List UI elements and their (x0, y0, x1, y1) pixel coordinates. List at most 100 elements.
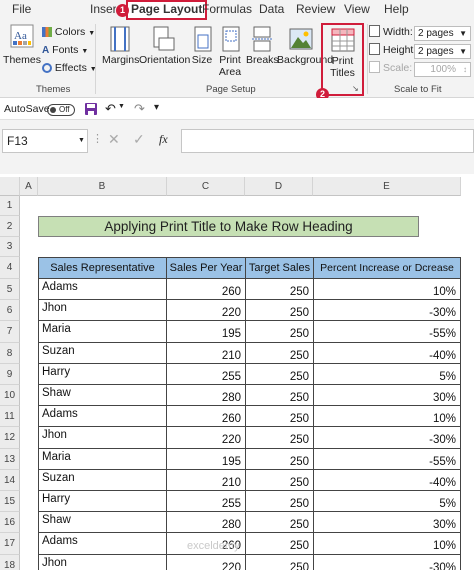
cell-sales-per-year[interactable]: 220 (166, 300, 246, 322)
save-icon[interactable] (84, 102, 98, 116)
cell-sales-per-year[interactable]: 220 (166, 554, 246, 570)
tab-help[interactable]: Help (384, 2, 409, 16)
cell-target-sales[interactable]: 250 (245, 300, 314, 322)
select-all-corner[interactable] (0, 177, 20, 196)
cell-percent-change[interactable]: -30% (313, 554, 461, 570)
tab-data[interactable]: Data (259, 2, 284, 16)
column-header-c[interactable]: C (167, 177, 245, 196)
header-target-sales[interactable]: Target Sales (245, 257, 314, 279)
cancel-icon[interactable]: ✕ (108, 131, 120, 148)
cell-sales-representative[interactable]: Jhon (38, 427, 167, 449)
cell-percent-change[interactable]: 10% (313, 406, 461, 428)
width-select[interactable]: 2 pages ▼ (414, 26, 471, 41)
enter-icon[interactable]: ✓ (133, 131, 145, 148)
cell-sales-per-year[interactable]: 280 (166, 512, 246, 534)
cell-sales-representative[interactable]: Shaw (38, 512, 167, 534)
cell-sales-per-year[interactable]: 260 (166, 406, 246, 428)
cell-sales-per-year[interactable]: 260 (166, 279, 246, 301)
cell-sales-per-year[interactable]: 255 (166, 363, 246, 385)
header-sales-representative[interactable]: Sales Representative (38, 257, 167, 279)
height-select[interactable]: 2 pages ▼ (414, 44, 471, 59)
tab-insert[interactable]: Insert (90, 2, 116, 16)
cell-target-sales[interactable]: 250 (245, 406, 314, 428)
cell-sales-representative[interactable]: Jhon (38, 300, 167, 322)
cell-target-sales[interactable]: 250 (245, 469, 314, 491)
row-header[interactable]: 2 (0, 216, 20, 237)
cell-percent-change[interactable]: 10% (313, 279, 461, 301)
cell-target-sales[interactable]: 250 (245, 448, 314, 470)
cell-percent-change[interactable]: 10% (313, 533, 461, 555)
cell-percent-change[interactable]: 30% (313, 512, 461, 534)
row-header[interactable]: 7 (0, 321, 20, 343)
cell-percent-change[interactable]: -30% (313, 427, 461, 449)
header-sales-per-year[interactable]: Sales Per Year (166, 257, 246, 279)
cell-sales-per-year[interactable]: 210 (166, 342, 246, 364)
row-header[interactable]: 8 (0, 342, 20, 364)
cell-percent-change[interactable]: 5% (313, 491, 461, 513)
row-header[interactable]: 16 (0, 512, 20, 534)
column-header-a[interactable]: A (20, 177, 38, 196)
cell-sales-representative[interactable]: Adams (38, 533, 167, 555)
cell-percent-change[interactable]: -40% (313, 342, 461, 364)
row-header[interactable]: 10 (0, 385, 20, 407)
row-header[interactable]: 17 (0, 533, 20, 555)
cell-sales-per-year[interactable]: 195 (166, 321, 246, 343)
cell-target-sales[interactable]: 250 (245, 385, 314, 407)
cell-sales-per-year[interactable]: 255 (166, 491, 246, 513)
row-header[interactable]: 5 (0, 279, 20, 301)
cell-target-sales[interactable]: 250 (245, 427, 314, 449)
insert-function-icon[interactable]: fx (159, 132, 168, 147)
cell-sales-per-year[interactable]: 210 (166, 469, 246, 491)
column-header-b[interactable]: B (38, 177, 167, 196)
sheet-title-cell[interactable]: Applying Print Title to Make Row Heading (38, 216, 419, 237)
row-header[interactable]: 4 (0, 257, 20, 279)
customize-toolbar-icon[interactable]: ▾ (154, 102, 159, 113)
cell-sales-representative[interactable]: Adams (38, 279, 167, 301)
autosave-toggle[interactable]: Off (47, 104, 75, 116)
column-header-e[interactable]: E (313, 177, 461, 196)
row-header[interactable]: 3 (0, 237, 20, 257)
effects-button[interactable]: Effects ▼ (42, 62, 97, 74)
cell-target-sales[interactable]: 250 (245, 342, 314, 364)
row-header[interactable]: 1 (0, 196, 20, 216)
row-header[interactable]: 12 (0, 427, 20, 449)
tab-view[interactable]: View (344, 2, 370, 16)
themes-button[interactable]: Aa Themes (2, 22, 42, 80)
row-header[interactable]: 13 (0, 448, 20, 470)
row-header[interactable]: 11 (0, 406, 20, 428)
cell-sales-representative[interactable]: Shaw (38, 385, 167, 407)
cell-sales-representative[interactable]: Suzan (38, 342, 167, 364)
row-header[interactable]: 6 (0, 300, 20, 322)
undo-dropdown-icon[interactable]: ▼ (118, 103, 125, 110)
colors-button[interactable]: Colors ▼ (42, 26, 95, 38)
row-header[interactable]: 18 (0, 554, 20, 570)
fonts-button[interactable]: A Fonts ▼ (42, 44, 88, 56)
cell-target-sales[interactable]: 250 (245, 363, 314, 385)
cell-percent-change[interactable]: -55% (313, 448, 461, 470)
scale-spinner[interactable]: 100% ↕ (414, 62, 471, 77)
cell-sales-representative[interactable]: Adams (38, 406, 167, 428)
cell-sales-representative[interactable]: Maria (38, 448, 167, 470)
cell-target-sales[interactable]: 250 (245, 491, 314, 513)
cell-percent-change[interactable]: 30% (313, 385, 461, 407)
cell-target-sales[interactable]: 250 (245, 512, 314, 534)
cell-sales-representative[interactable]: Jhon (38, 554, 167, 570)
cell-target-sales[interactable]: 250 (245, 554, 314, 570)
redo-icon[interactable]: ↷ (134, 101, 145, 117)
undo-icon[interactable]: ↶ (105, 101, 116, 117)
name-box[interactable]: F13 (2, 129, 88, 153)
cell-sales-representative[interactable]: Maria (38, 321, 167, 343)
row-header[interactable]: 15 (0, 491, 20, 513)
cell-sales-representative[interactable]: Harry (38, 491, 167, 513)
cell-percent-change[interactable]: -30% (313, 300, 461, 322)
cell-sales-per-year[interactable]: 195 (166, 448, 246, 470)
tab-formulas[interactable]: Formulas (202, 2, 252, 16)
row-header[interactable]: 9 (0, 363, 20, 385)
cell-sales-representative[interactable]: Harry (38, 363, 167, 385)
cell-sales-per-year[interactable]: 280 (166, 385, 246, 407)
cell-percent-change[interactable]: -55% (313, 321, 461, 343)
cell-target-sales[interactable]: 250 (245, 321, 314, 343)
header-percent-change[interactable]: Percent Increase or Dcrease (313, 257, 461, 279)
cell-sales-per-year[interactable]: 220 (166, 427, 246, 449)
cell-target-sales[interactable]: 250 (245, 279, 314, 301)
